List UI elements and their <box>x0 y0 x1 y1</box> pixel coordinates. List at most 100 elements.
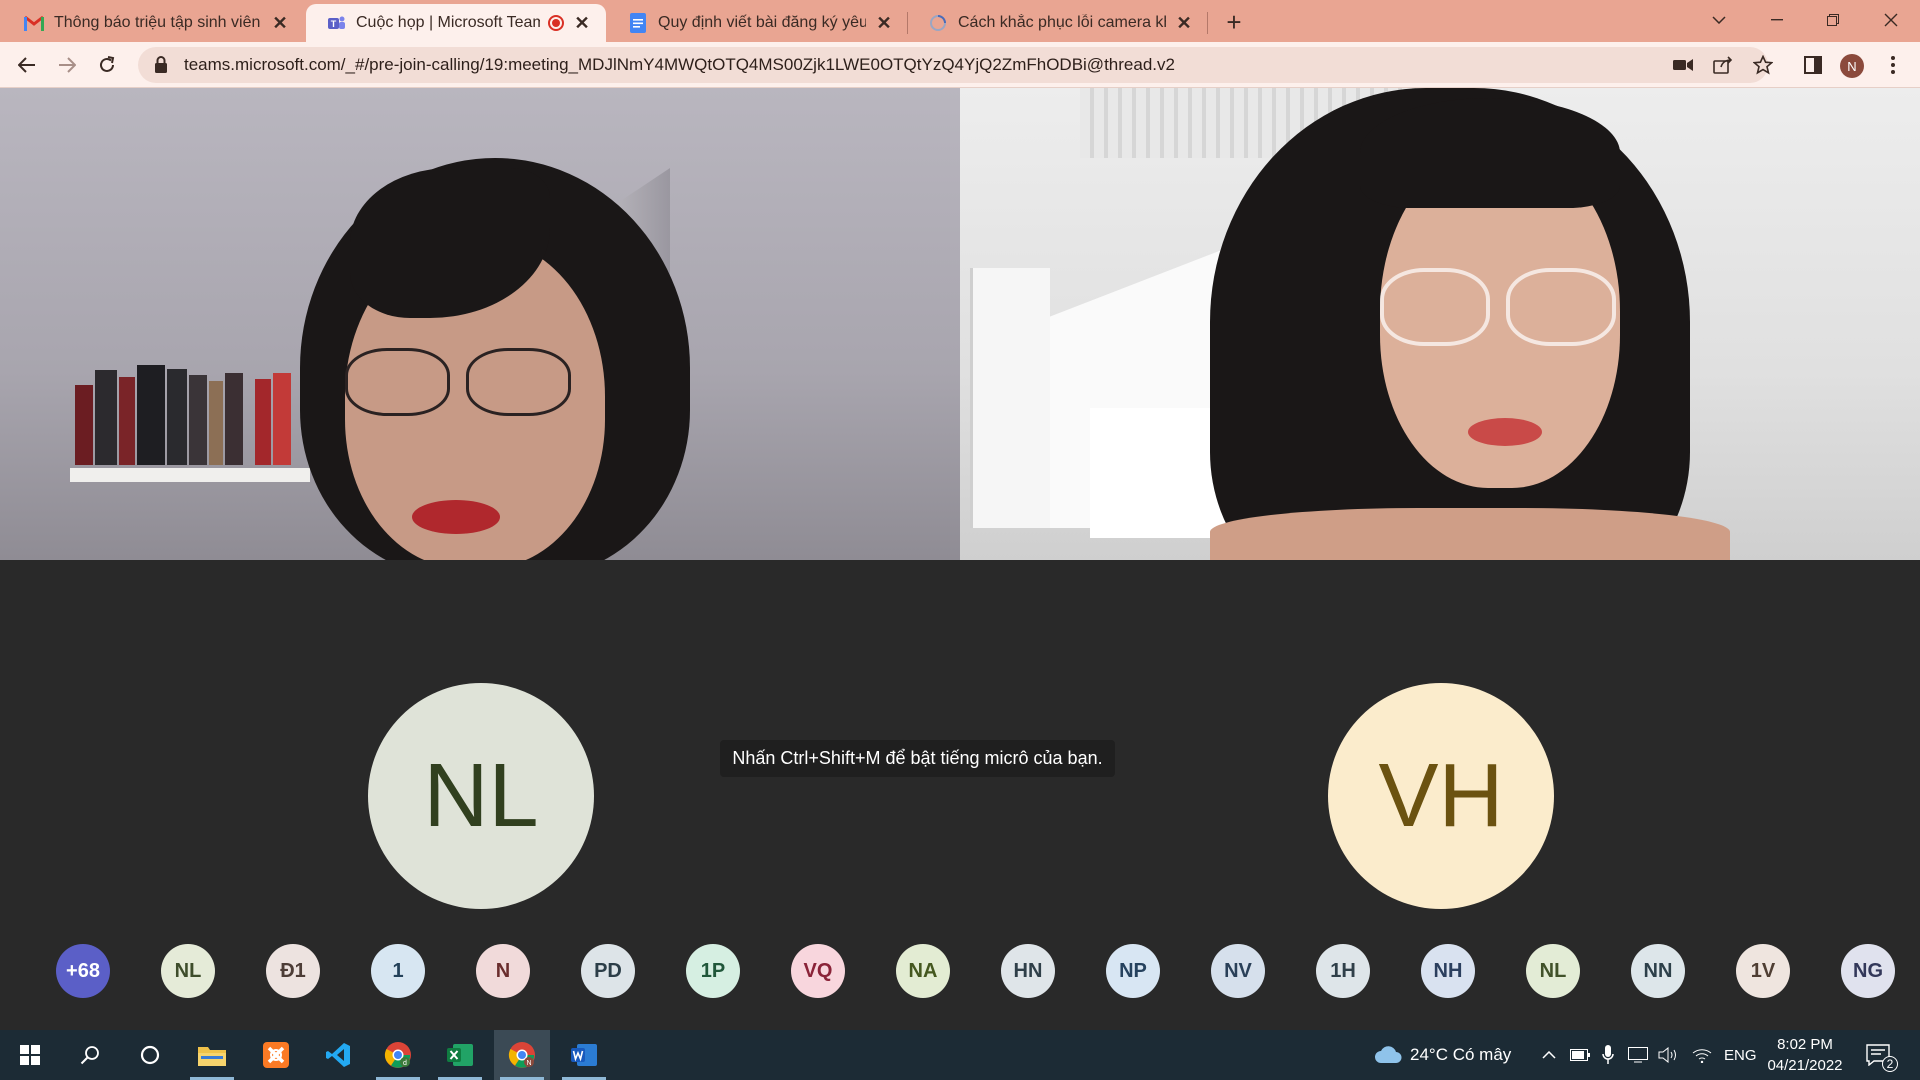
lock-icon[interactable] <box>154 56 172 74</box>
weather-widget[interactable]: 24°C Có mây <box>1374 1030 1511 1080</box>
participant-avatar[interactable]: NV <box>1211 944 1265 998</box>
featured-avatar[interactable]: VH <box>1328 683 1554 909</box>
book <box>137 365 165 465</box>
chrome-profile-icon[interactable]: N <box>494 1030 550 1080</box>
tab-separator <box>1207 12 1208 34</box>
windows-taskbar: d N 24°C Có mây ENG 8:02 PM 04/21/2022 2 <box>0 1030 1920 1080</box>
reload-button[interactable] <box>92 50 122 80</box>
share-icon[interactable] <box>1710 52 1736 78</box>
weather-text: 24°C Có mây <box>1410 1045 1512 1064</box>
file-explorer-icon[interactable] <box>184 1030 240 1080</box>
participant-avatar[interactable]: HN <box>1001 944 1055 998</box>
svg-text:d: d <box>403 1060 407 1067</box>
participant-video-left <box>0 88 960 560</box>
browser-tab-strip: Thông báo triệu tập sinh viên tha ✕ T Cu… <box>0 0 1920 42</box>
tab-docs[interactable]: Quy định viết bài đăng ký yêu dá ✕ <box>608 4 908 42</box>
close-window-button[interactable] <box>1868 0 1914 40</box>
address-bar[interactable]: teams.microsoft.com/_#/pre-join-calling/… <box>138 47 1768 83</box>
bookmark-star-icon[interactable] <box>1750 52 1776 78</box>
notification-icon: 2 <box>1866 1044 1898 1072</box>
tab-close-icon[interactable]: ✕ <box>1174 13 1194 33</box>
participant-avatar[interactable]: 1P <box>686 944 740 998</box>
participant-avatar[interactable]: NA <box>896 944 950 998</box>
tab-close-icon[interactable]: ✕ <box>572 13 592 33</box>
excel-icon[interactable] <box>432 1030 488 1080</box>
book <box>255 379 271 465</box>
book <box>75 385 93 465</box>
windows-start-icon[interactable] <box>2 1030 58 1080</box>
notification-count: 2 <box>1882 1056 1898 1072</box>
participant-avatar[interactable]: NP <box>1106 944 1160 998</box>
clock-date: 04/21/2022 <box>1767 1057 1843 1074</box>
participant-glasses <box>345 348 450 416</box>
back-button[interactable] <box>12 50 42 80</box>
tab-title: Cách khắc phục lỗi camera khôn <box>958 14 1166 31</box>
tab-search-chevron-icon[interactable] <box>1696 0 1742 40</box>
meeting-stage: NL VH Nhấn Ctrl+Shift+M để bật tiếng mic… <box>0 560 1920 1030</box>
unmute-shortcut-tooltip: Nhấn Ctrl+Shift+M để bật tiếng micrô của… <box>720 740 1115 777</box>
word-icon[interactable] <box>556 1030 612 1080</box>
vscode-icon[interactable] <box>310 1030 366 1080</box>
participant-video-right <box>960 88 1920 560</box>
book <box>119 377 135 465</box>
participant-lips <box>1468 418 1542 446</box>
book <box>167 369 187 465</box>
participant-avatar[interactable]: NH <box>1421 944 1475 998</box>
book <box>189 375 207 465</box>
clock[interactable]: 8:02 PM 04/21/2022 <box>1752 1034 1858 1076</box>
new-tab-button[interactable]: + <box>1220 7 1248 37</box>
microphone-icon[interactable] <box>1602 1030 1614 1080</box>
book <box>225 373 243 465</box>
svg-text:T: T <box>331 19 337 29</box>
profile-avatar[interactable]: N <box>1840 54 1864 78</box>
tab-close-icon[interactable]: ✕ <box>874 13 894 33</box>
featured-avatar[interactable]: NL <box>368 683 594 909</box>
side-panel-icon[interactable] <box>1800 52 1826 78</box>
participant-avatar[interactable]: NN <box>1631 944 1685 998</box>
more-participants-badge[interactable]: +68 <box>56 944 110 998</box>
tab-title: Thông báo triệu tập sinh viên tha <box>54 14 262 31</box>
participant-glasses <box>1380 268 1490 346</box>
battery-icon[interactable] <box>1570 1030 1590 1080</box>
participant-avatar[interactable]: 1H <box>1316 944 1370 998</box>
participant-avatar[interactable]: Đ1 <box>266 944 320 998</box>
book <box>209 381 223 465</box>
url-text: teams.microsoft.com/_#/pre-join-calling/… <box>184 55 1175 74</box>
recording-icon <box>548 15 564 31</box>
participant-avatar[interactable]: NL <box>1526 944 1580 998</box>
forward-button[interactable] <box>52 50 82 80</box>
tab-gmail[interactable]: Thông báo triệu tập sinh viên tha ✕ <box>4 4 304 42</box>
chrome-icon[interactable]: d <box>370 1030 426 1080</box>
volume-icon[interactable] <box>1658 1030 1680 1080</box>
participant-glasses <box>1506 268 1616 346</box>
notification-center[interactable]: 2 <box>1866 1030 1898 1080</box>
participant-avatar[interactable]: NG <box>1841 944 1895 998</box>
tab-title: Quy định viết bài đăng ký yêu dá <box>658 14 866 31</box>
projector-icon[interactable] <box>1628 1030 1648 1080</box>
browser-toolbar: teams.microsoft.com/_#/pre-join-calling/… <box>0 42 1920 88</box>
participant-avatar[interactable]: N <box>476 944 530 998</box>
wifi-icon[interactable] <box>1692 1030 1712 1080</box>
restore-button[interactable] <box>1810 0 1856 40</box>
kebab-menu-icon[interactable] <box>1880 52 1906 78</box>
teams-icon: T <box>326 13 346 33</box>
camera-in-use-icon[interactable] <box>1670 52 1696 78</box>
participant-avatar[interactable]: 1V <box>1736 944 1790 998</box>
cortana-icon[interactable] <box>122 1030 178 1080</box>
minimize-button[interactable] <box>1754 0 1800 40</box>
participant-avatar[interactable]: VQ <box>791 944 845 998</box>
wall-panel <box>970 268 1050 528</box>
participant-avatar[interactable]: NL <box>161 944 215 998</box>
tab-camera-fix[interactable]: Cách khắc phục lỗi camera khôn ✕ <box>908 4 1208 42</box>
participant-avatar[interactable]: 1 <box>371 944 425 998</box>
clock-time: 8:02 PM <box>1777 1036 1833 1053</box>
show-hidden-icons-chevron-icon[interactable] <box>1542 1030 1556 1080</box>
tab-teams[interactable]: T Cuộc họp | Microsoft Teams ✕ <box>306 4 606 42</box>
search-icon[interactable] <box>62 1030 118 1080</box>
docs-icon <box>628 13 648 33</box>
svg-text:N: N <box>526 1060 531 1067</box>
tab-close-icon[interactable]: ✕ <box>270 13 290 33</box>
xampp-icon[interactable] <box>248 1030 304 1080</box>
tab-title: Cuộc họp | Microsoft Teams <box>356 14 540 31</box>
participant-avatar[interactable]: PD <box>581 944 635 998</box>
